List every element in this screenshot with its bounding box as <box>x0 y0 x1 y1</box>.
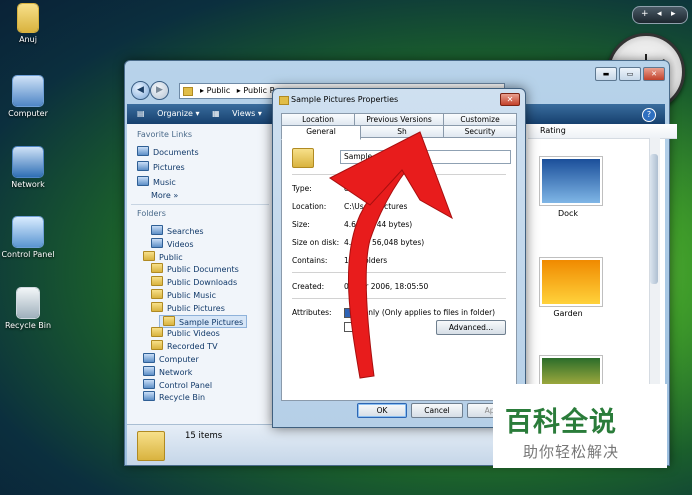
arrow-head <box>329 131 453 220</box>
watermark-title: 百科全说 <box>505 407 617 438</box>
watermark-logo: 百科全说 助你轻松解决 <box>493 384 667 468</box>
watermark-subtitle: 助你轻松解决 <box>523 443 620 461</box>
tab-general[interactable]: General <box>281 125 361 140</box>
